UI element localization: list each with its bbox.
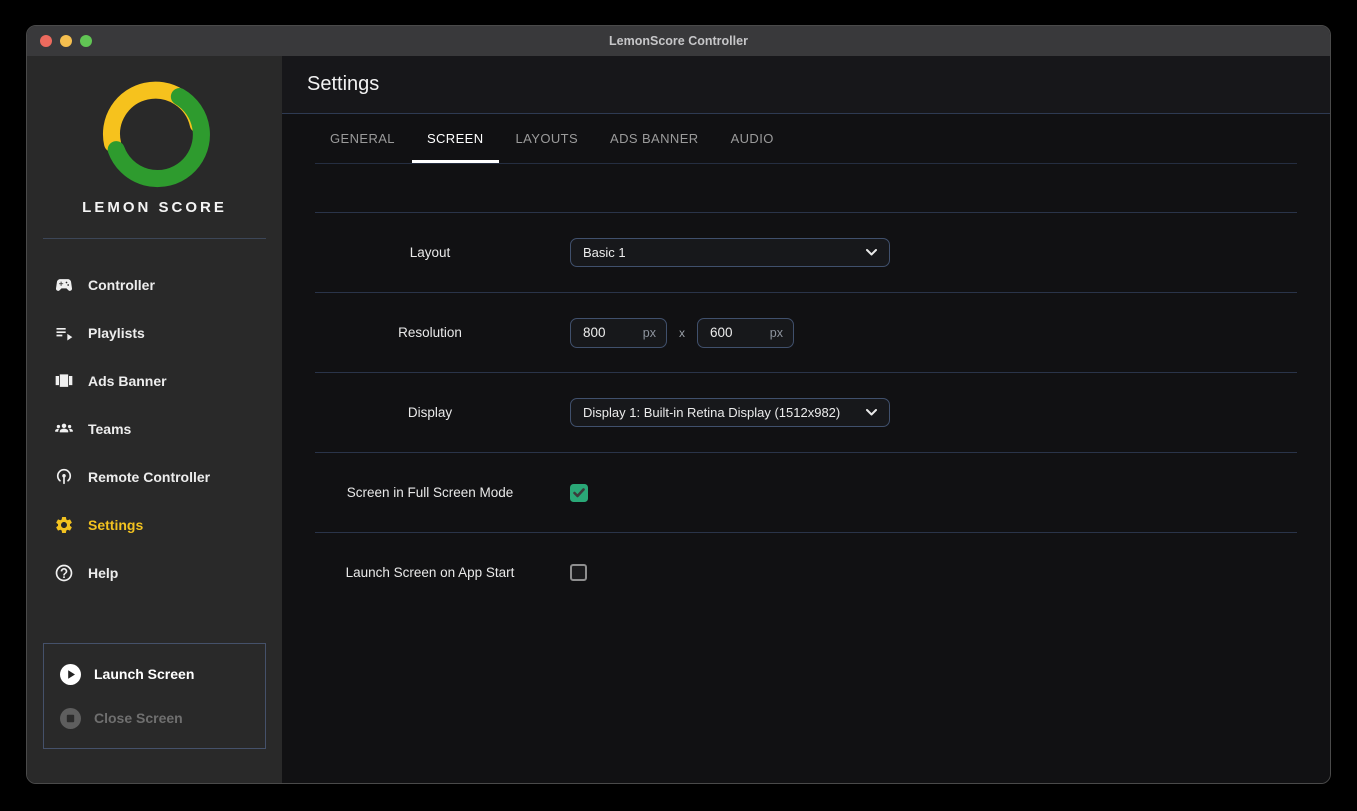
traffic-lights [40, 26, 92, 56]
play-icon [60, 664, 81, 685]
display-select-value: Display 1: Built-in Retina Display (1512… [583, 405, 840, 420]
width-unit-label: px [643, 326, 656, 340]
launch-screen-label: Launch Screen [94, 666, 194, 682]
sidebar-item-label: Teams [88, 421, 131, 437]
tab-layouts[interactable]: LAYOUTS [501, 114, 594, 163]
desktop-background: LemonScore Controller LEMON SCORE [0, 0, 1357, 811]
stop-icon [60, 708, 81, 729]
sidebar-item-remote-controller[interactable]: Remote Controller [27, 453, 282, 501]
sidebar-item-help[interactable]: Help [27, 549, 282, 597]
tab-ads-banner[interactable]: ADS BANNER [595, 114, 714, 163]
sidebar-item-label: Settings [88, 517, 143, 533]
zoom-window-button[interactable] [80, 35, 92, 47]
page-title: Settings [307, 73, 379, 96]
height-unit-label: px [770, 326, 783, 340]
screen-actions-panel: Launch Screen Close Screen [43, 643, 266, 749]
fullscreen-label: Screen in Full Screen Mode [315, 485, 545, 500]
sidebar-item-settings[interactable]: Settings [27, 501, 282, 549]
chevron-down-icon [866, 249, 877, 256]
display-row: Display Display 1: Built-in Retina Displ… [315, 372, 1297, 452]
resolution-height-input[interactable] [700, 325, 752, 340]
resolution-width-group: px [570, 318, 667, 348]
close-screen-label: Close Screen [94, 710, 183, 726]
display-select[interactable]: Display 1: Built-in Retina Display (1512… [570, 398, 890, 427]
fullscreen-checkbox[interactable] [570, 484, 588, 502]
minimize-window-button[interactable] [60, 35, 72, 47]
layout-row: Layout Basic 1 [315, 212, 1297, 292]
window-titlebar[interactable]: LemonScore Controller [27, 26, 1330, 56]
screen-settings-form: Layout Basic 1 Resolution [315, 164, 1297, 612]
sidebar-item-playlists[interactable]: Playlists [27, 309, 282, 357]
page-header: Settings [282, 56, 1330, 114]
lemonscore-logo-icon [94, 69, 216, 193]
chevron-down-icon [866, 409, 877, 416]
window-title: LemonScore Controller [609, 34, 748, 48]
sidebar-item-label: Controller [88, 277, 155, 293]
tab-general[interactable]: GENERAL [315, 114, 410, 163]
launch-screen-button[interactable]: Launch Screen [44, 652, 265, 696]
sidebar: LEMON SCORE Controller Playlists [27, 56, 282, 784]
resolution-label: Resolution [315, 325, 545, 340]
sidebar-item-ads-banner[interactable]: Ads Banner [27, 357, 282, 405]
sidebar-item-label: Playlists [88, 325, 145, 341]
launch-on-start-label: Launch Screen on App Start [315, 565, 545, 580]
broadcast-icon [54, 467, 74, 487]
sidebar-item-label: Ads Banner [88, 373, 167, 389]
sidebar-item-label: Remote Controller [88, 469, 210, 485]
sidebar-item-teams[interactable]: Teams [27, 405, 282, 453]
gear-icon [54, 515, 74, 535]
tab-screen[interactable]: SCREEN [412, 114, 499, 163]
fullscreen-row: Screen in Full Screen Mode [315, 452, 1297, 532]
playlist-icon [54, 323, 74, 343]
logo-text: LEMON SCORE [82, 199, 227, 216]
close-window-button[interactable] [40, 35, 52, 47]
carousel-icon [54, 371, 74, 391]
resolution-height-group: px [697, 318, 794, 348]
app-logo: LEMON SCORE [27, 56, 282, 216]
layout-label: Layout [315, 245, 545, 260]
settings-page: Settings GENERAL SCREEN LAYOUTS ADS BANN… [282, 56, 1330, 784]
resolution-row: Resolution px x px [315, 292, 1297, 372]
sidebar-nav: Controller Playlists Ads Banner [27, 261, 282, 597]
layout-select[interactable]: Basic 1 [570, 238, 890, 267]
resolution-width-input[interactable] [573, 325, 625, 340]
checkmark-icon [573, 488, 585, 498]
gamepad-icon [54, 275, 74, 295]
launch-on-start-checkbox[interactable] [570, 564, 587, 581]
layout-select-value: Basic 1 [583, 245, 626, 260]
resolution-separator: x [679, 326, 685, 340]
sidebar-item-controller[interactable]: Controller [27, 261, 282, 309]
help-icon [54, 563, 74, 583]
app-window: LemonScore Controller LEMON SCORE [26, 25, 1331, 784]
sidebar-divider [43, 238, 266, 239]
settings-tabs: GENERAL SCREEN LAYOUTS ADS BANNER AUDIO [315, 114, 1297, 164]
content-spacer [315, 164, 1297, 212]
launch-on-start-row: Launch Screen on App Start [315, 532, 1297, 612]
tab-audio[interactable]: AUDIO [716, 114, 789, 163]
display-label: Display [315, 405, 545, 420]
sidebar-item-label: Help [88, 565, 118, 581]
close-screen-button[interactable]: Close Screen [44, 696, 265, 740]
people-icon [54, 419, 74, 439]
